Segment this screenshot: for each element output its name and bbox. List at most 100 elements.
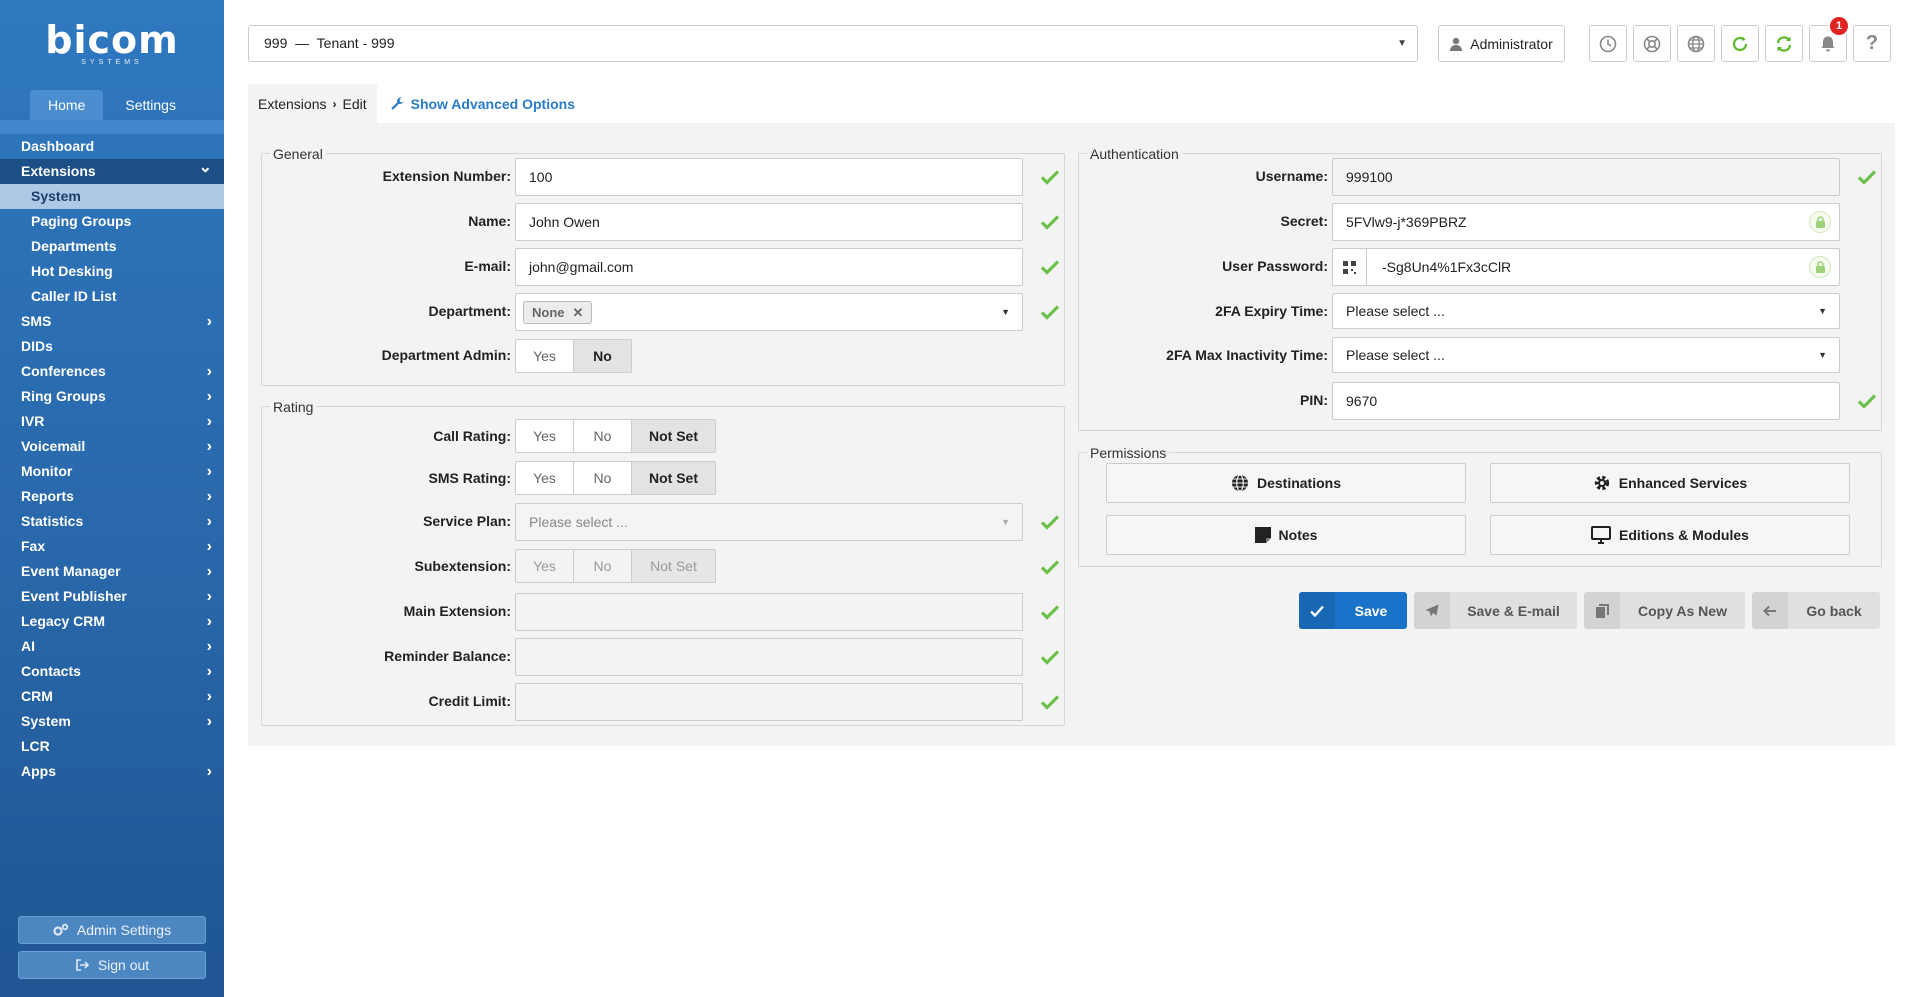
tenant-select[interactable]: 999 — Tenant - 999 ▼ bbox=[248, 25, 1418, 62]
close-icon[interactable]: ✕ bbox=[573, 295, 584, 331]
sidebar-item-label: Departments bbox=[31, 238, 117, 254]
sidebar-item-label: System bbox=[21, 713, 71, 729]
subextension-not-set[interactable]: Not Set bbox=[632, 550, 715, 582]
sidebar-item-extensions[interactable]: Extensions ⌄ bbox=[0, 159, 224, 184]
sync-button[interactable] bbox=[1765, 25, 1803, 62]
destinations-button[interactable]: Destinations bbox=[1106, 463, 1466, 503]
extension-number-field[interactable]: 100 bbox=[515, 158, 1023, 196]
username-label: Username: bbox=[1255, 168, 1328, 184]
department-select[interactable]: None ✕ ▼ bbox=[515, 293, 1023, 331]
sidebar-item-dashboard[interactable]: Dashboard bbox=[0, 134, 224, 159]
sidebar-item-voicemail[interactable]: Voicemail › bbox=[0, 434, 224, 459]
sidebar-item-ring-groups[interactable]: Ring Groups › bbox=[0, 384, 224, 409]
username-field[interactable]: 999100 bbox=[1332, 158, 1840, 196]
sidebar-subitem-system[interactable]: System bbox=[0, 184, 224, 209]
clock-button[interactable] bbox=[1589, 25, 1627, 62]
enhanced-services-button[interactable]: Enhanced Services bbox=[1490, 463, 1850, 503]
tab-settings[interactable]: Settings bbox=[107, 90, 194, 120]
sidebar-item-crm[interactable]: CRM › bbox=[0, 684, 224, 709]
lock-icon bbox=[1815, 216, 1825, 228]
sidebar-item-apps[interactable]: Apps › bbox=[0, 759, 224, 784]
sidebar-item-monitor[interactable]: Monitor › bbox=[0, 459, 224, 484]
chevron-right-icon: › bbox=[206, 463, 212, 480]
department-admin-no[interactable]: No bbox=[574, 340, 631, 372]
chevron-right-icon: › bbox=[332, 96, 337, 111]
breadcrumb-extensions[interactable]: Extensions bbox=[258, 96, 326, 112]
check-icon bbox=[1040, 560, 1060, 575]
main-extension-field[interactable] bbox=[515, 593, 1023, 631]
sign-out-label: Sign out bbox=[97, 957, 150, 973]
rating-legend: Rating bbox=[270, 399, 317, 415]
support-button[interactable] bbox=[1633, 25, 1671, 62]
call-rating-yes[interactable]: Yes bbox=[516, 420, 574, 452]
notifications-button[interactable]: 1 bbox=[1809, 15, 1850, 62]
sms-rating-yes[interactable]: Yes bbox=[516, 462, 574, 494]
credit-limit-field[interactable] bbox=[515, 683, 1023, 721]
user-password-field[interactable]: -Sg8Un4%1Fx3cClR bbox=[1332, 248, 1840, 286]
sidebar-subitem-hot-desking[interactable]: Hot Desking bbox=[0, 259, 224, 284]
sms-rating-no[interactable]: No bbox=[574, 462, 632, 494]
sidebar: bicom SYSTEMS Home Settings Dashboard Ext… bbox=[0, 0, 224, 997]
go-back-button[interactable]: Go back bbox=[1752, 592, 1880, 629]
sidebar-item-legacy-crm[interactable]: Legacy CRM › bbox=[0, 609, 224, 634]
sidebar-subitem-paging-groups[interactable]: Paging Groups bbox=[0, 209, 224, 234]
tab-home[interactable]: Home bbox=[30, 90, 104, 120]
sidebar-item-system[interactable]: System › bbox=[0, 709, 224, 734]
subextension-yes[interactable]: Yes bbox=[516, 550, 574, 582]
pin-field[interactable]: 9670 bbox=[1332, 382, 1840, 420]
2fa-inactivity-select[interactable]: Please select ... ▼ bbox=[1332, 337, 1840, 373]
sidebar-item-label: Paging Groups bbox=[31, 213, 132, 229]
sidebar-subitem-departments[interactable]: Departments bbox=[0, 234, 224, 259]
admin-settings-button[interactable]: Admin Settings bbox=[18, 916, 206, 944]
copy-as-new-button[interactable]: Copy As New bbox=[1584, 592, 1745, 629]
show-advanced-options-link[interactable]: Show Advanced Options bbox=[391, 96, 575, 112]
chevron-down-icon: ▼ bbox=[1818, 306, 1827, 316]
notes-button[interactable]: Notes bbox=[1106, 515, 1466, 555]
lock-button[interactable] bbox=[1809, 256, 1831, 278]
email-field[interactable]: john@gmail.com bbox=[515, 248, 1023, 286]
check-icon bbox=[1857, 394, 1877, 409]
call-rating-no[interactable]: No bbox=[574, 420, 632, 452]
save-button[interactable]: Save bbox=[1299, 592, 1407, 629]
check-icon bbox=[1040, 260, 1060, 275]
subextension-no[interactable]: No bbox=[574, 550, 632, 582]
sidebar-item-event-manager[interactable]: Event Manager › bbox=[0, 559, 224, 584]
help-button[interactable]: ? bbox=[1853, 25, 1891, 62]
language-button[interactable] bbox=[1677, 25, 1715, 62]
sidebar-item-reports[interactable]: Reports › bbox=[0, 484, 224, 509]
reminder-balance-field[interactable] bbox=[515, 638, 1023, 676]
sidebar-item-fax[interactable]: Fax › bbox=[0, 534, 224, 559]
name-field[interactable]: John Owen bbox=[515, 203, 1023, 241]
sidebar-item-sms[interactable]: SMS › bbox=[0, 309, 224, 334]
qr-code-button[interactable] bbox=[1333, 249, 1367, 285]
secret-field[interactable]: 5FVlw9-j*369PBRZ bbox=[1332, 203, 1840, 241]
refresh-button[interactable] bbox=[1721, 25, 1759, 62]
chevron-right-icon: › bbox=[206, 563, 212, 580]
sidebar-item-dids[interactable]: DIDs bbox=[0, 334, 224, 359]
sidebar-item-event-publisher[interactable]: Event Publisher › bbox=[0, 584, 224, 609]
sign-out-button[interactable]: Sign out bbox=[18, 951, 206, 979]
sidebar-item-conferences[interactable]: Conferences › bbox=[0, 359, 224, 384]
call-rating-not-set[interactable]: Not Set bbox=[632, 420, 715, 452]
sidebar-item-lcr[interactable]: LCR bbox=[0, 734, 224, 759]
save-email-button[interactable]: Save & E-mail bbox=[1414, 592, 1577, 629]
service-plan-select[interactable]: Please select ... ▼ bbox=[515, 503, 1023, 541]
chevron-right-icon: › bbox=[206, 538, 212, 555]
2fa-expiry-select[interactable]: Please select ... ▼ bbox=[1332, 293, 1840, 329]
logo[interactable]: bicom SYSTEMS bbox=[0, 0, 224, 80]
sidebar-item-statistics[interactable]: Statistics › bbox=[0, 509, 224, 534]
user-menu-button[interactable]: Administrator bbox=[1438, 25, 1565, 62]
sidebar-item-contacts[interactable]: Contacts › bbox=[0, 659, 224, 684]
sms-rating-not-set[interactable]: Not Set bbox=[632, 462, 715, 494]
save-email-label: Save & E-mail bbox=[1467, 602, 1560, 619]
department-admin-yes[interactable]: Yes bbox=[516, 340, 574, 372]
editions-modules-button[interactable]: Editions & Modules bbox=[1490, 515, 1850, 555]
chevron-right-icon: › bbox=[206, 663, 212, 680]
sidebar-item-ivr[interactable]: IVR › bbox=[0, 409, 224, 434]
sidebar-subitem-caller-id-list[interactable]: Caller ID List bbox=[0, 284, 224, 309]
sidebar-item-ai[interactable]: AI › bbox=[0, 634, 224, 659]
department-admin-label: Department Admin: bbox=[381, 347, 511, 363]
lock-button[interactable] bbox=[1809, 211, 1831, 233]
breadcrumb: Extensions › Edit Show Advanced Options bbox=[248, 84, 575, 123]
2fa-expiry-value: Please select ... bbox=[1346, 303, 1445, 319]
